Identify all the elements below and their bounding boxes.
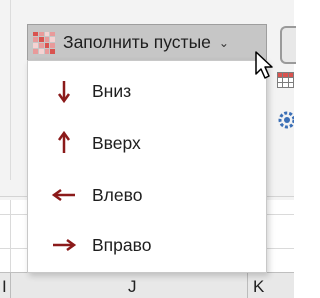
- column-header-k[interactable]: K: [253, 277, 264, 297]
- column-separator: [10, 273, 11, 298]
- menu-item-label: Вправо: [92, 234, 152, 255]
- arrow-left-icon: [51, 188, 75, 202]
- mouse-cursor-icon: [255, 51, 273, 79]
- settings-icon[interactable]: [275, 108, 294, 132]
- arrow-up-icon: [57, 130, 71, 153]
- menu-item-label: Влево: [92, 184, 143, 205]
- ribbon-side-button[interactable]: [280, 26, 296, 64]
- column-header-row: I J K: [0, 272, 294, 298]
- table-icon[interactable]: [277, 72, 294, 88]
- menu-item-right[interactable]: Вправо: [28, 221, 266, 269]
- arrow-right-icon: [53, 238, 77, 252]
- fill-blanks-menu: Вниз Вверх Влево Вправо: [27, 60, 267, 273]
- column-header-j[interactable]: J: [128, 277, 137, 297]
- chevron-down-icon: ⌄: [218, 35, 229, 50]
- fill-blanks-label: Заполнить пустые: [63, 32, 211, 52]
- menu-item-left[interactable]: Влево: [28, 171, 266, 219]
- arrow-down-icon: [57, 81, 71, 104]
- menu-item-label: Вниз: [92, 80, 132, 101]
- menu-item-down[interactable]: Вниз: [28, 67, 266, 115]
- fill-blanks-icon: [33, 31, 55, 54]
- column-separator: [247, 273, 248, 298]
- menu-item-label: Вверх: [92, 132, 141, 153]
- fill-blanks-dropdown-button[interactable]: Заполнить пустые ⌄: [27, 24, 267, 61]
- ribbon-group-separator: [10, 0, 11, 180]
- menu-item-up[interactable]: Вверх: [28, 119, 266, 167]
- column-header-i[interactable]: I: [2, 277, 7, 297]
